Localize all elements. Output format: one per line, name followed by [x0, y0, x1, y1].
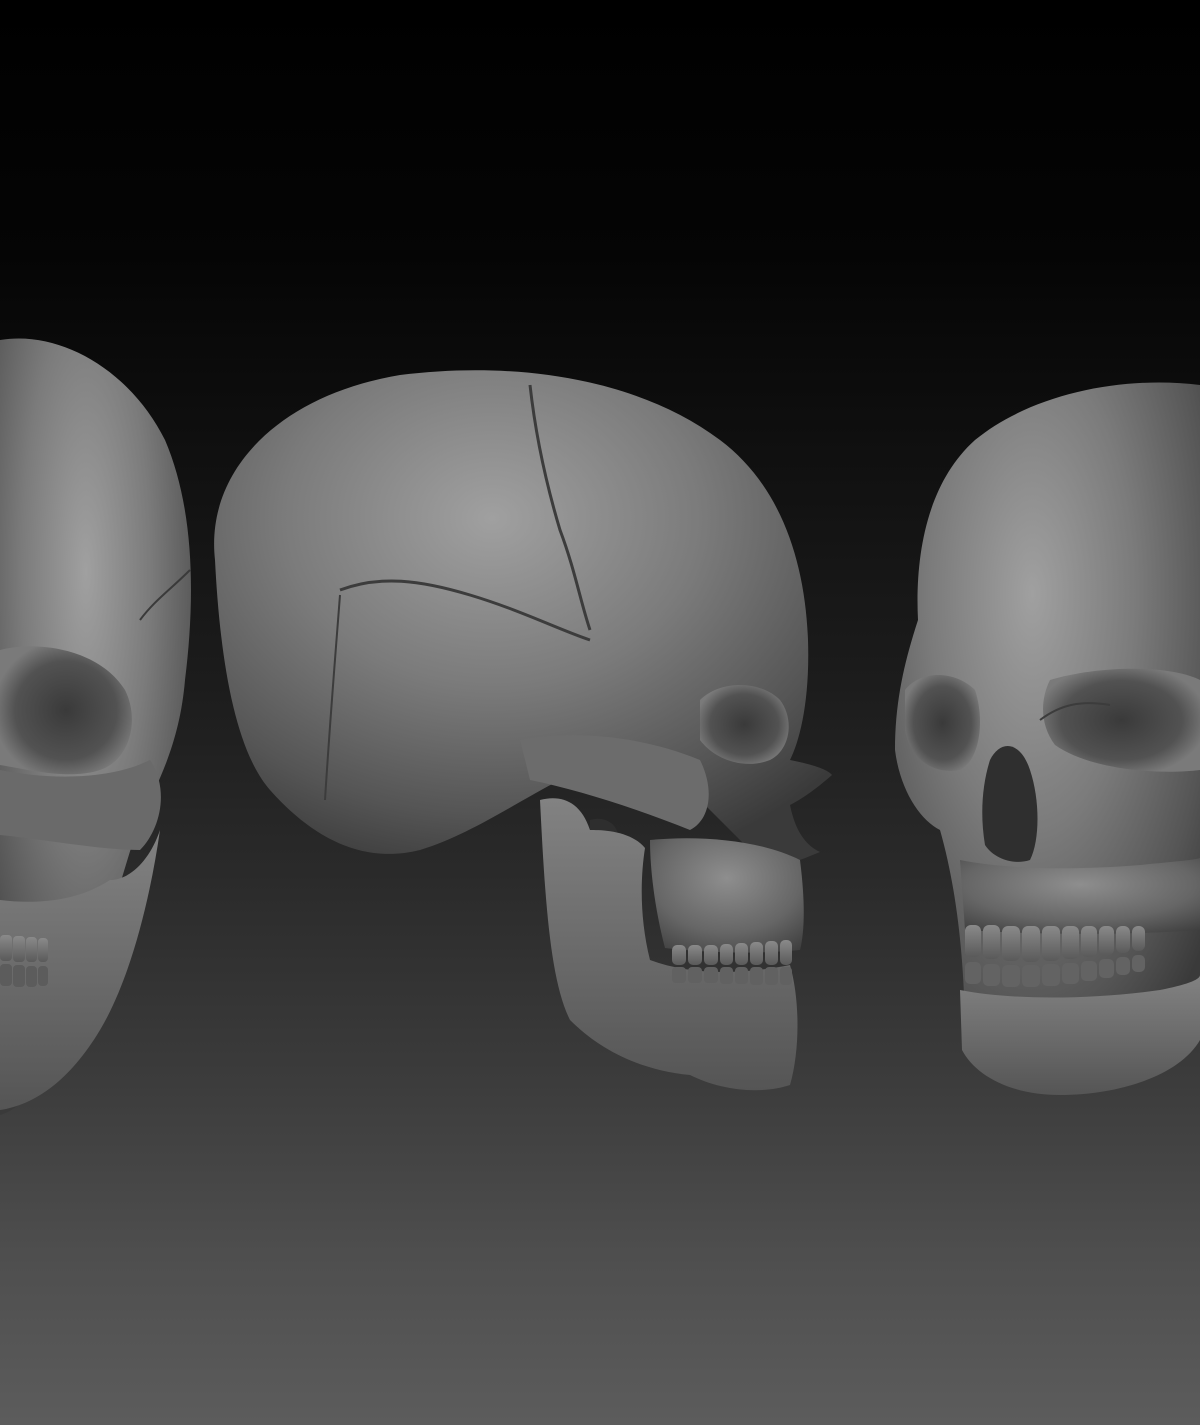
skull-center — [214, 370, 833, 1091]
skull-right — [895, 382, 1200, 1095]
skull-center-teeth — [672, 940, 792, 985]
skull-left — [0, 338, 191, 1115]
skull-center-orbit — [700, 685, 789, 764]
render-viewport — [0, 0, 1200, 1425]
skull-center-cranium — [214, 370, 833, 865]
skull-render — [0, 338, 1200, 1115]
skull-center-maxilla — [650, 838, 804, 953]
skull-right-maxilla — [960, 858, 1200, 934]
